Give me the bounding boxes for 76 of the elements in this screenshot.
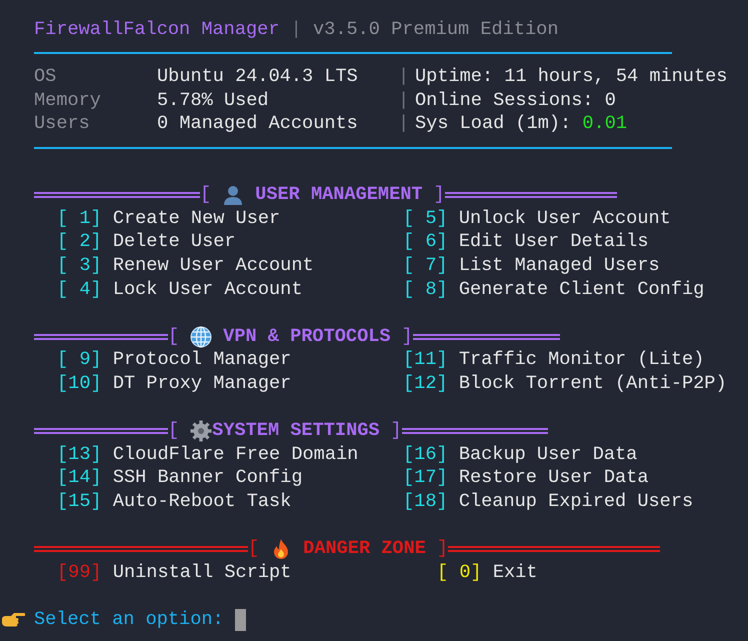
option-number: [ 0]	[437, 560, 482, 584]
app-title: FirewallFalcon Manager	[34, 18, 280, 42]
section-bracket: [	[200, 183, 212, 207]
option-number: [11]	[403, 348, 448, 372]
globe-icon	[190, 326, 212, 348]
option-label: Lock User Account	[112, 278, 302, 302]
option-label: Restore User Data	[458, 466, 648, 490]
option-number: [10]	[57, 372, 102, 396]
text-cursor	[234, 608, 246, 631]
option-number: [12]	[403, 372, 448, 396]
info-label: Users	[34, 112, 91, 136]
info-value: Ubuntu 24.04.3 LTS	[157, 65, 359, 89]
option-label: Auto-Reboot Task	[112, 490, 292, 514]
prompt-text: Select an option:	[34, 608, 224, 632]
option-number: [14]	[57, 466, 102, 490]
section-bracket: ]	[402, 324, 413, 348]
option-label: Edit User Details	[458, 230, 648, 254]
option-label: Create New User	[112, 206, 280, 230]
option-number: [16]	[403, 442, 448, 466]
option-number: [ 5]	[403, 206, 448, 230]
option-label: Unlock User Account	[458, 206, 671, 230]
section-title: DANGER ZONE	[303, 537, 426, 561]
section-bracket: [	[168, 324, 180, 348]
section-bracket: [	[168, 419, 180, 443]
option-label: Block Torrent (Anti-P2P)	[458, 372, 727, 396]
section-title: USER MANAGEMENT	[255, 183, 423, 207]
option-label: Renew User Account	[112, 254, 314, 278]
column-separator: |	[398, 112, 410, 136]
option-label: Protocol Manager	[112, 348, 292, 372]
option-number: [ 3]	[57, 254, 102, 278]
info-value: 5.78% Used	[157, 88, 270, 112]
option-number: [ 2]	[57, 230, 102, 254]
option-number: [ 4]	[57, 278, 102, 302]
option-label: Backup User Data	[458, 442, 638, 466]
section-bracket: ]	[436, 537, 448, 561]
info-label: OS	[34, 65, 58, 89]
option-label: Generate Client Config	[458, 278, 704, 302]
section-bracket: [	[248, 537, 260, 561]
stat-value: 11 hours, 54 minutes	[504, 65, 728, 89]
option-label: Cleanup Expired Users	[458, 490, 694, 514]
option-number: [17]	[403, 466, 448, 490]
option-label: Traffic Monitor (Lite)	[458, 348, 704, 372]
option-label: Exit	[492, 560, 538, 584]
option-number: [ 1]	[57, 206, 102, 230]
stat-value: 0.01	[582, 112, 628, 136]
section-title: SYSTEM SETTINGS	[212, 419, 380, 443]
stat-label: Online Sessions:	[415, 88, 594, 112]
option-label: Uninstall Script	[112, 560, 292, 584]
option-number: [ 8]	[403, 278, 448, 302]
info-label: Memory	[34, 88, 102, 112]
pointing-hand-icon	[1, 612, 25, 628]
section-bracket: ]	[390, 419, 402, 443]
option-label: CloudFlare Free Domain	[112, 442, 358, 466]
option-number: [18]	[403, 490, 448, 514]
option-label: Delete User	[112, 230, 236, 254]
info-value: 0 Managed Accounts	[157, 112, 359, 136]
stat-value: 0	[604, 88, 616, 112]
column-separator: |	[398, 65, 410, 89]
option-number: [ 6]	[403, 230, 448, 254]
option-number: [ 9]	[57, 348, 102, 372]
option-label: List Managed Users	[458, 254, 660, 278]
title-separator: |	[290, 18, 302, 42]
stat-label: Sys Load (1m):	[415, 112, 572, 136]
option-number: [13]	[57, 442, 102, 466]
option-number: [ 7]	[403, 254, 448, 278]
option-number: [99]	[57, 560, 102, 584]
option-number: [15]	[57, 490, 102, 514]
edition-label: v3.5.0 Premium Edition	[313, 18, 558, 42]
gear-icon	[190, 420, 212, 442]
option-label: DT Proxy Manager	[112, 372, 292, 396]
person-icon	[222, 184, 244, 206]
column-separator: |	[398, 88, 410, 112]
option-label: SSH Banner Config	[112, 466, 302, 490]
section-title: VPN & PROTOCOLS	[223, 324, 391, 348]
section-bracket: ]	[434, 183, 445, 207]
stat-label: Uptime:	[415, 65, 494, 89]
